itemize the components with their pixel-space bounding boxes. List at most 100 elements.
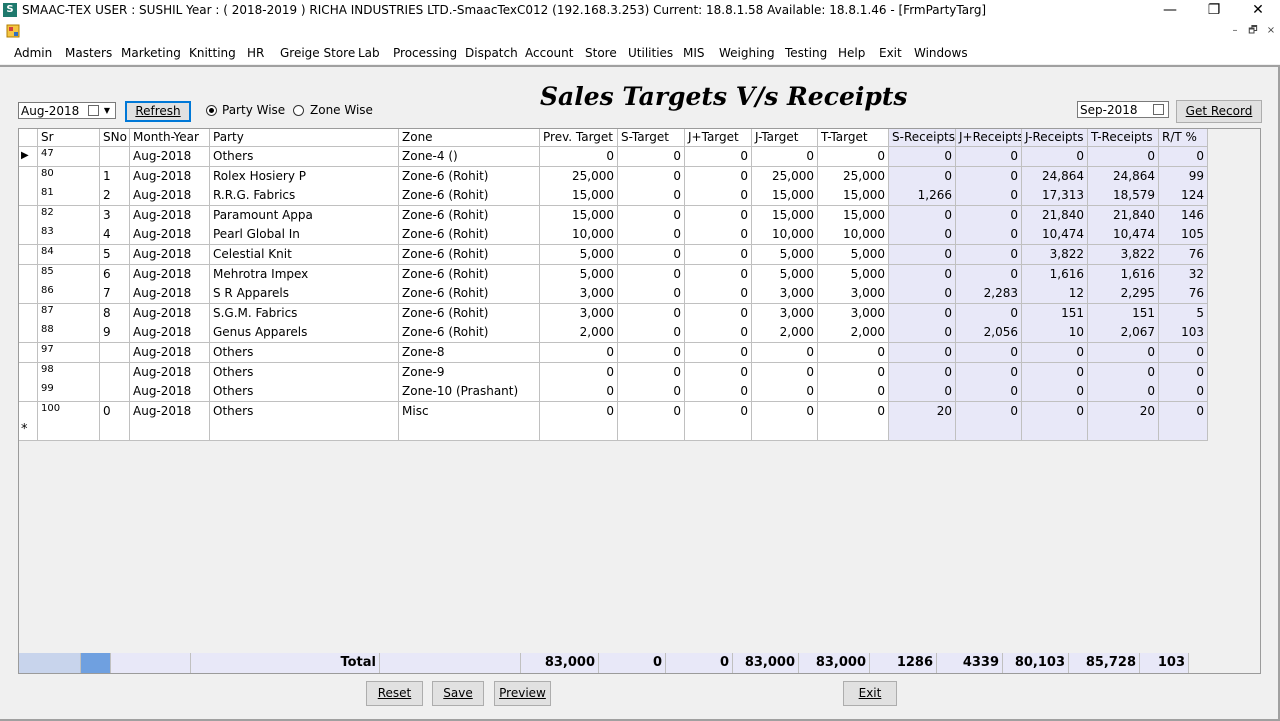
- col-header-month-year[interactable]: Month-Year: [130, 129, 210, 147]
- cell-s-receipts[interactable]: 0: [889, 284, 956, 305]
- cell-jplus-target[interactable]: 0: [685, 264, 752, 285]
- cell-rt-pct[interactable]: 0: [1159, 382, 1208, 403]
- cell-party[interactable]: Others: [210, 343, 399, 363]
- row-selector[interactable]: [19, 245, 38, 265]
- calendar-icon[interactable]: [1153, 104, 1164, 115]
- cell-zone[interactable]: [399, 421, 540, 442]
- cell-t-target[interactable]: 2,000: [818, 323, 889, 344]
- cell-t-receipts[interactable]: 21,840: [1088, 205, 1159, 226]
- cell-t-receipts[interactable]: 10,474: [1088, 225, 1159, 246]
- cell-jplus-receipts[interactable]: 0: [956, 401, 1022, 422]
- cell-zone[interactable]: Zone-4 (): [399, 147, 540, 167]
- cell-zone[interactable]: Zone-6 (Rohit): [399, 303, 540, 324]
- cell-t-target[interactable]: 0: [818, 147, 889, 167]
- cell-sr[interactable]: 85: [38, 264, 100, 285]
- cell-t-target[interactable]: 3,000: [818, 284, 889, 305]
- cell-sno[interactable]: 2: [100, 186, 130, 207]
- cell-s-target[interactable]: 0: [618, 323, 685, 344]
- cell-jplus-receipts[interactable]: 2,283: [956, 284, 1022, 305]
- cell-t-receipts[interactable]: 0: [1088, 147, 1159, 167]
- from-month-picker[interactable]: Aug-2018 ▼: [18, 102, 116, 119]
- refresh-button[interactable]: Refresh: [125, 101, 191, 122]
- cell-j-target[interactable]: 3,000: [752, 303, 818, 324]
- cell-j-target[interactable]: [752, 421, 818, 442]
- cell-rt-pct[interactable]: 5: [1159, 303, 1208, 324]
- cell-j-receipts[interactable]: 0: [1022, 382, 1088, 403]
- cell-jplus-receipts[interactable]: 0: [956, 362, 1022, 383]
- col-header-prev-target[interactable]: Prev. Target: [540, 129, 618, 147]
- col-header-jplus-target[interactable]: J+Target: [685, 129, 752, 147]
- cell-sno[interactable]: 5: [100, 245, 130, 265]
- cell-sno[interactable]: [100, 147, 130, 167]
- cell-month-year[interactable]: Aug-2018: [130, 147, 210, 167]
- row-selector[interactable]: [19, 382, 38, 403]
- cell-rt-pct[interactable]: 32: [1159, 264, 1208, 285]
- cell-sno[interactable]: 8: [100, 303, 130, 324]
- cell-prev-target[interactable]: 25,000: [540, 166, 618, 187]
- col-header-s-target[interactable]: S-Target: [618, 129, 685, 147]
- cell-j-target[interactable]: 2,000: [752, 323, 818, 344]
- menu-account[interactable]: Account: [525, 46, 573, 60]
- cell-party[interactable]: S.G.M. Fabrics: [210, 303, 399, 324]
- chevron-down-icon[interactable]: ▼: [101, 103, 113, 118]
- cell-party[interactable]: Celestial Knit: [210, 245, 399, 265]
- cell-party[interactable]: Mehrotra Impex: [210, 264, 399, 285]
- row-selector[interactable]: [19, 401, 38, 422]
- cell-sno[interactable]: [100, 382, 130, 403]
- cell-jplus-target[interactable]: 0: [685, 166, 752, 187]
- cell-sr[interactable]: 80: [38, 166, 100, 187]
- cell-jplus-target[interactable]: 0: [685, 362, 752, 383]
- cell-prev-target[interactable]: 0: [540, 382, 618, 403]
- cell-prev-target[interactable]: 0: [540, 147, 618, 167]
- cell-sr[interactable]: 88: [38, 323, 100, 344]
- cell-prev-target[interactable]: 0: [540, 401, 618, 422]
- cell-party[interactable]: Pearl Global In: [210, 225, 399, 246]
- cell-month-year[interactable]: Aug-2018: [130, 362, 210, 383]
- col-header-j-receipts[interactable]: J-Receipts: [1022, 129, 1088, 147]
- col-header-t-target[interactable]: T-Target: [818, 129, 889, 147]
- cell-sr[interactable]: 47: [38, 147, 100, 167]
- party-wise-label[interactable]: Party Wise: [222, 103, 285, 117]
- cell-prev-target[interactable]: 3,000: [540, 303, 618, 324]
- cell-rt-pct[interactable]: 103: [1159, 323, 1208, 344]
- cell-zone[interactable]: Zone-8: [399, 343, 540, 363]
- menu-mis[interactable]: MIS: [683, 46, 705, 60]
- cell-s-receipts[interactable]: 0: [889, 264, 956, 285]
- cell-t-receipts[interactable]: 24,864: [1088, 166, 1159, 187]
- cell-sr[interactable]: 82: [38, 205, 100, 226]
- cell-t-target[interactable]: 15,000: [818, 186, 889, 207]
- cell-zone[interactable]: Zone-6 (Rohit): [399, 284, 540, 305]
- exit-button[interactable]: Exit: [843, 681, 897, 706]
- cell-party[interactable]: Others: [210, 362, 399, 383]
- cell-t-target[interactable]: 5,000: [818, 264, 889, 285]
- menu-dispatch[interactable]: Dispatch: [465, 46, 518, 60]
- table-row[interactable]: 80 1 Aug-2018 Rolex Hosiery P Zone-6 (Rohit)…: [19, 166, 1208, 187]
- cell-jplus-receipts[interactable]: 0: [956, 225, 1022, 246]
- cell-prev-target[interactable]: 10,000: [540, 225, 618, 246]
- cell-s-target[interactable]: 0: [618, 225, 685, 246]
- cell-sr[interactable]: 84: [38, 245, 100, 265]
- cell-j-receipts[interactable]: 17,313: [1022, 186, 1088, 207]
- menu-help[interactable]: Help: [838, 46, 865, 60]
- menu-store[interactable]: Store: [585, 46, 617, 60]
- cell-sno[interactable]: 4: [100, 225, 130, 246]
- cell-rt-pct[interactable]: 76: [1159, 284, 1208, 305]
- row-selector[interactable]: [19, 264, 38, 285]
- cell-s-receipts[interactable]: 0: [889, 205, 956, 226]
- cell-rt-pct[interactable]: 146: [1159, 205, 1208, 226]
- cell-t-target[interactable]: 0: [818, 401, 889, 422]
- cell-s-receipts[interactable]: 20: [889, 401, 956, 422]
- cell-month-year[interactable]: Aug-2018: [130, 186, 210, 207]
- cell-jplus-receipts[interactable]: 0: [956, 186, 1022, 207]
- cell-s-receipts[interactable]: 0: [889, 303, 956, 324]
- menu-hr[interactable]: HR: [247, 46, 264, 60]
- cell-sr[interactable]: 83: [38, 225, 100, 246]
- cell-jplus-receipts[interactable]: 0: [956, 382, 1022, 403]
- table-row[interactable]: 100 0 Aug-2018 Others Misc 0 0 0 0 0 20 0 0 20 0: [19, 401, 1208, 422]
- menu-testing[interactable]: Testing: [785, 46, 827, 60]
- row-selector[interactable]: [19, 362, 38, 383]
- cell-rt-pct[interactable]: [1159, 421, 1208, 442]
- cell-jplus-target[interactable]: 0: [685, 205, 752, 226]
- cell-jplus-receipts[interactable]: 0: [956, 245, 1022, 265]
- cell-rt-pct[interactable]: 0: [1159, 362, 1208, 383]
